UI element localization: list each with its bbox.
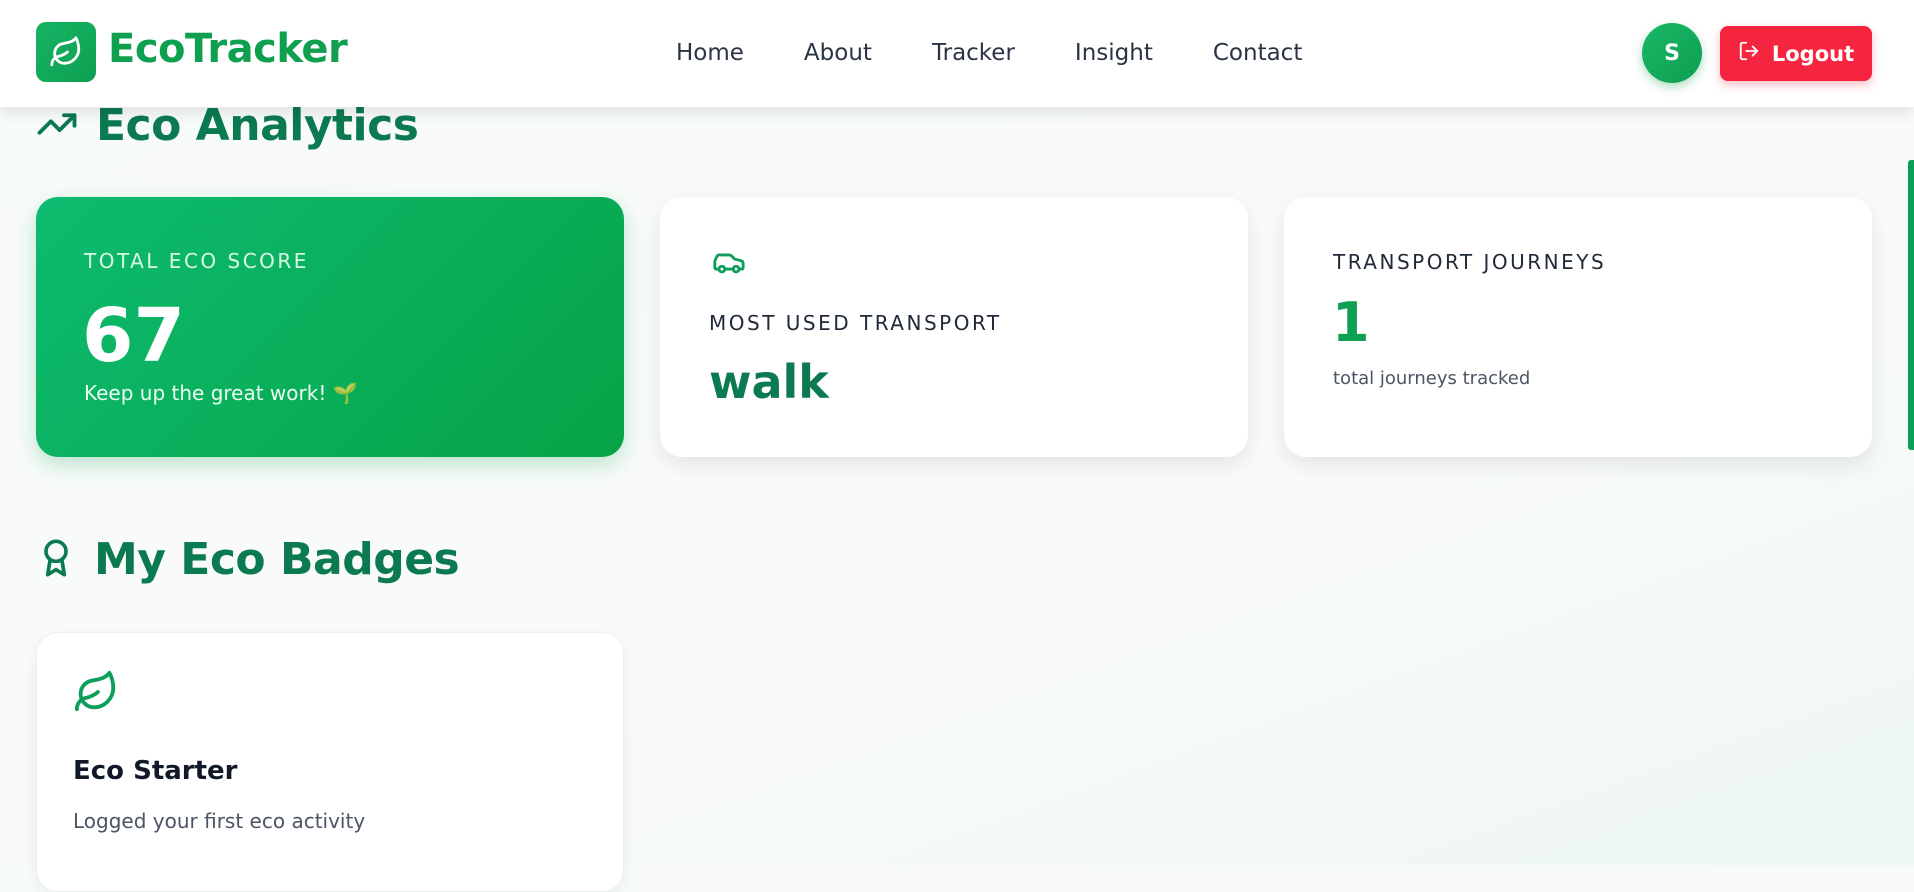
badge-card[interactable]: Eco Starter Logged your first eco activi… bbox=[36, 632, 624, 892]
eco-score-label: TOTAL ECO SCORE bbox=[84, 249, 309, 273]
trending-up-icon bbox=[36, 103, 78, 149]
leaf-icon bbox=[73, 669, 119, 719]
nav-tracker[interactable]: Tracker bbox=[932, 40, 1015, 66]
logout-button[interactable]: Logout bbox=[1720, 26, 1872, 81]
nav-insight[interactable]: Insight bbox=[1075, 40, 1153, 66]
transport-value: walk bbox=[709, 355, 829, 409]
badge-description: Logged your first eco activity bbox=[73, 809, 366, 833]
award-icon bbox=[36, 536, 76, 584]
journeys-value: 1 bbox=[1332, 291, 1370, 354]
analytics-heading: Eco Analytics bbox=[36, 100, 419, 151]
car-icon bbox=[708, 245, 750, 283]
brand-name[interactable]: EcoTracker bbox=[108, 26, 348, 72]
journeys-label: TRANSPORT JOURNEYS bbox=[1333, 250, 1607, 274]
main-nav: Home About Tracker Insight Contact bbox=[676, 40, 1362, 66]
top-navbar: EcoTracker Home About Tracker Insight Co… bbox=[0, 0, 1914, 107]
nav-about[interactable]: About bbox=[804, 40, 872, 66]
logout-label: Logout bbox=[1771, 41, 1855, 66]
transport-journeys-card: TRANSPORT JOURNEYS 1 total journeys trac… bbox=[1284, 197, 1872, 457]
leaf-logo-icon[interactable] bbox=[36, 22, 96, 82]
scrollbar[interactable] bbox=[1908, 160, 1914, 450]
eco-score-value: 67 bbox=[82, 293, 185, 379]
logout-icon bbox=[1738, 40, 1760, 67]
most-used-transport-card: MOST USED TRANSPORT walk bbox=[660, 197, 1248, 457]
badge-title: Eco Starter bbox=[73, 756, 238, 786]
nav-home[interactable]: Home bbox=[676, 40, 744, 66]
badges-title: My Eco Badges bbox=[94, 534, 460, 585]
transport-label: MOST USED TRANSPORT bbox=[709, 311, 1002, 335]
journeys-subtitle: total journeys tracked bbox=[1333, 368, 1531, 389]
eco-score-card: TOTAL ECO SCORE 67 Keep up the great wor… bbox=[36, 197, 624, 457]
eco-score-message: Keep up the great work! 🌱 bbox=[84, 381, 358, 405]
badges-heading: My Eco Badges bbox=[36, 534, 460, 585]
analytics-title: Eco Analytics bbox=[96, 100, 419, 151]
nav-contact[interactable]: Contact bbox=[1213, 40, 1302, 66]
user-avatar[interactable]: S bbox=[1642, 23, 1702, 83]
